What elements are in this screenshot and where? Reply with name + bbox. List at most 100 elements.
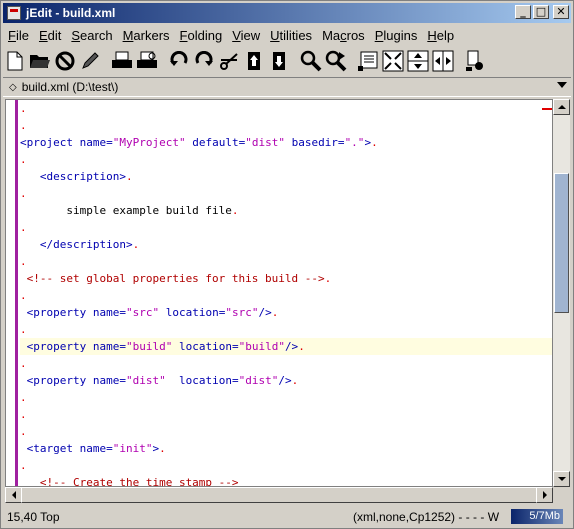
horizontal-scroll-thumb[interactable] [21, 487, 537, 503]
scroll-left-button[interactable] [5, 487, 22, 503]
code-line[interactable]: . [20, 253, 552, 270]
code-token: "dist" [238, 374, 279, 387]
code-token: "src" [125, 306, 160, 319]
menu-folding[interactable]: Folding [175, 28, 228, 43]
menu-utilities[interactable]: Utilities [265, 28, 317, 43]
title-bar[interactable]: jEdit - build.xml _ □ ✕ [3, 3, 571, 23]
gutter[interactable] [6, 100, 18, 486]
code-token: <property [20, 374, 93, 387]
buffer-switcher[interactable]: ◇ build.xml (D:\test\) [3, 77, 571, 97]
scroll-right-button[interactable] [536, 487, 553, 503]
menu-mnemonic: U [270, 27, 280, 43]
eol-marker: . [20, 425, 27, 438]
code-line[interactable]: . [20, 389, 552, 406]
chevron-down-icon[interactable] [557, 82, 567, 88]
find-icon[interactable] [299, 49, 323, 73]
horizontal-scrollbar[interactable] [5, 487, 553, 503]
code-line[interactable]: . [20, 219, 552, 236]
code-line[interactable]: <!-- set global properties for this buil… [20, 270, 552, 287]
eol-marker: . [20, 255, 27, 268]
code-line[interactable]: simple example build file. [20, 202, 552, 219]
menu-edit[interactable]: Edit [34, 28, 66, 43]
eol-marker: . [20, 153, 27, 166]
close-file-icon[interactable] [53, 49, 77, 73]
memory-indicator[interactable]: 5/7Mb [511, 509, 563, 524]
eol-marker: . [20, 102, 27, 115]
menu-mnemonic: F [179, 27, 188, 43]
code-line[interactable]: <project name="MyProject" default="dist"… [20, 134, 552, 151]
vertical-scroll-thumb[interactable] [554, 173, 569, 313]
split-horizontal-icon[interactable] [406, 49, 430, 73]
buffer-mode-status[interactable]: (xml,none,Cp1252) - - - - W [353, 510, 499, 524]
find-next-icon[interactable] [324, 49, 348, 73]
code-line[interactable]: <property name="dist" location="dist"/>. [20, 372, 552, 389]
code-line[interactable]: </description>. [20, 236, 552, 253]
redo-icon[interactable] [192, 49, 216, 73]
code-line[interactable]: . [20, 151, 552, 168]
code-line[interactable]: . [20, 100, 552, 117]
code-token: . [271, 306, 279, 319]
toolbar [3, 47, 571, 75]
code-line[interactable]: . [20, 355, 552, 372]
code-line[interactable]: . [20, 406, 552, 423]
undo-icon[interactable] [167, 49, 191, 73]
code-token: </description> [20, 238, 133, 251]
menu-macros[interactable]: Macros [317, 28, 370, 43]
copy-icon[interactable] [242, 49, 266, 73]
print-preview-icon[interactable] [135, 49, 159, 73]
view-options-icon[interactable] [356, 49, 380, 73]
menu-plugins[interactable]: Plugins [370, 28, 423, 43]
code-line[interactable]: . [20, 287, 552, 304]
open-file-icon[interactable] [28, 49, 52, 73]
code-token: . [125, 170, 133, 183]
code-line[interactable]: . [20, 117, 552, 134]
scroll-up-button[interactable] [553, 99, 570, 115]
new-file-icon[interactable] [3, 49, 27, 73]
code-line[interactable]: <!-- Create the time stamp --> [20, 474, 552, 486]
code-line[interactable]: <description>. [20, 168, 552, 185]
code-token: <property [20, 340, 93, 353]
menu-label-rest: ros [346, 27, 365, 43]
eol-marker: . [20, 323, 27, 336]
paste-icon[interactable] [267, 49, 291, 73]
menu-help[interactable]: Help [422, 28, 459, 43]
code-line[interactable]: . [20, 321, 552, 338]
cut-icon[interactable] [217, 49, 241, 73]
maximize-button[interactable]: □ [533, 5, 549, 19]
caret-marker [542, 108, 552, 110]
jedit-app-icon[interactable] [7, 6, 21, 20]
split-vertical-icon[interactable] [431, 49, 455, 73]
edit-pencil-icon[interactable] [78, 49, 102, 73]
code-line[interactable]: <property name="src" location="src"/>. [20, 304, 552, 321]
menu-markers[interactable]: Markers [118, 28, 175, 43]
code-token: . [132, 238, 140, 251]
split-icon[interactable] [381, 49, 405, 73]
menu-search[interactable]: Search [66, 28, 117, 43]
text-area[interactable]: .. <project name="MyProject" default="dis… [5, 99, 553, 487]
scroll-down-button[interactable] [553, 471, 570, 487]
code-line[interactable]: . [20, 457, 552, 474]
code-line[interactable]: . [20, 185, 552, 202]
arrow-left-icon [11, 491, 16, 499]
code-token: "MyProject" [112, 136, 186, 149]
code-token: "build" [125, 340, 173, 353]
plugin-manager-icon[interactable] [463, 49, 487, 73]
code-line[interactable]: . [20, 423, 552, 440]
caret-position[interactable]: 15,40 Top [7, 510, 60, 524]
toolbar-separator [456, 49, 462, 73]
menu-file[interactable]: File [3, 28, 34, 43]
eol-marker: . [20, 119, 27, 132]
vertical-scrollbar[interactable] [553, 99, 570, 487]
buffer-diamond-icon: ◇ [9, 81, 17, 93]
code-line[interactable]: <property name="build" location="build"/… [20, 338, 552, 355]
menu-label-pre: Ma [322, 27, 341, 43]
code-token: basedir= [284, 136, 345, 149]
status-bar: 15,40 Top (xml,none,Cp1252) - - - - W 5/… [3, 507, 571, 527]
minimize-button[interactable]: _ [515, 5, 531, 19]
menu-view[interactable]: View [227, 28, 265, 43]
code-lines[interactable]: .. <project name="MyProject" default="dis… [20, 100, 552, 486]
toolbar-separator [349, 49, 355, 73]
close-button[interactable]: ✕ [553, 5, 569, 19]
print-icon[interactable] [110, 49, 134, 73]
code-line[interactable]: <target name="init">. [20, 440, 552, 457]
